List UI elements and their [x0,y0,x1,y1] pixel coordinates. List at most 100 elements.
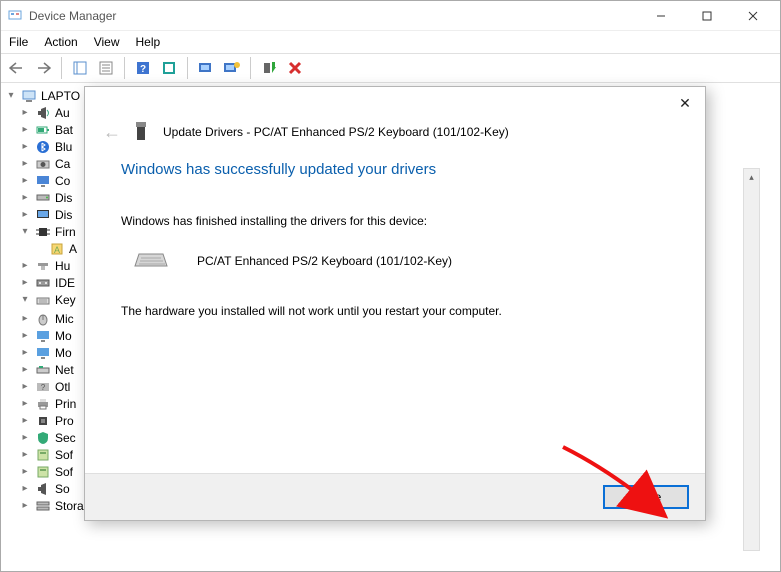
tree-item-label: Prin [55,397,76,411]
mouse-icon [35,311,51,327]
update-driver-icon[interactable] [257,56,281,80]
chevron-right-icon[interactable]: ▸ [19,175,31,186]
maximize-button[interactable] [684,1,730,31]
chevron-right-icon[interactable]: ▸ [19,364,31,375]
chevron-right-icon[interactable]: ▸ [19,192,31,203]
dialog-title: Update Drivers - PC/AT Enhanced PS/2 Key… [163,125,509,139]
dialog-close-button[interactable]: ✕ [669,91,701,115]
tree-item-label: Dis [55,208,72,222]
tree-item-label: So [55,482,70,496]
tree-item-label: Firn [55,225,76,239]
dialog-headline: Windows has successfully updated your dr… [121,161,669,178]
sound-icon [35,481,51,497]
monitor-icon [35,173,51,189]
tree-item-label: Sec [55,431,76,445]
monitor2-icon [35,328,51,344]
dialog-line2: The hardware you installed will not work… [121,304,669,318]
bluetooth-icon [35,139,51,155]
child-icon: A [49,241,65,257]
menu-bar: File Action View Help [1,31,780,53]
chevron-right-icon[interactable]: ▸ [19,398,31,409]
toolbar-separator [187,57,188,79]
tree-item-label: Key [55,293,76,307]
storage-icon [35,498,51,514]
chevron-right-icon[interactable]: ▸ [19,483,31,494]
properties-icon[interactable] [157,56,181,80]
driver-icon [133,121,151,143]
chevron-right-icon[interactable]: ▸ [19,415,31,426]
help-icon[interactable]: ? [131,56,155,80]
chevron-right-icon[interactable]: ▸ [19,381,31,392]
menu-view[interactable]: View [94,35,120,49]
chevron-right-icon[interactable]: ▸ [19,158,31,169]
close-button[interactable]: Close [603,485,689,509]
speaker-icon [35,105,51,121]
scroll-up-icon[interactable]: ▴ [744,169,759,186]
chip-icon [35,224,51,240]
device-name: PC/AT Enhanced PS/2 Keyboard (101/102-Ke… [197,254,452,268]
tree-item-label: Bat [55,123,73,137]
window-title: Device Manager [29,9,116,23]
tree-item-label: IDE [55,276,75,290]
chevron-right-icon[interactable]: ▸ [19,449,31,460]
window-controls [638,1,776,31]
chevron-right-icon[interactable]: ▸ [19,347,31,358]
chevron-right-icon[interactable]: ▸ [19,313,31,324]
menu-help[interactable]: Help [136,35,161,49]
tree-item-label: Co [55,174,70,188]
battery-icon [35,122,51,138]
svg-text:A: A [54,245,60,255]
chevron-right-icon[interactable]: ▸ [19,466,31,477]
tree-item-label: Blu [55,140,72,154]
toolbar-separator [61,57,62,79]
soft-icon [35,464,51,480]
other-icon: ? [35,379,51,395]
monitor2-icon [35,345,51,361]
chevron-right-icon[interactable]: ▸ [19,124,31,135]
net-icon [35,362,51,378]
tree-item-label: Net [55,363,74,377]
menu-action[interactable]: Action [44,35,77,49]
chevron-right-icon[interactable]: ▸ [19,277,31,288]
svg-text:?: ? [41,383,46,392]
tree-item-label: Mo [55,329,72,343]
list-icon[interactable] [94,56,118,80]
chevron-down-icon[interactable]: ▾ [19,226,31,237]
computer-icon [21,88,37,104]
chevron-right-icon[interactable]: ▸ [19,260,31,271]
toolbar-separator [250,57,251,79]
tree-item-label: Pro [55,414,74,428]
chevron-right-icon[interactable]: ▸ [19,500,31,511]
chevron-right-icon[interactable]: ▸ [19,432,31,443]
tree-item-label: Sof [55,465,73,479]
chevron-down-icon[interactable]: ▾ [5,90,17,101]
printer-icon [35,396,51,412]
chevron-down-icon[interactable]: ▾ [19,294,31,305]
close-button[interactable] [730,1,776,31]
keyboard-icon [35,292,51,308]
scan-alt-icon[interactable] [220,56,244,80]
tree-item-label: Sof [55,448,73,462]
show-panel-icon[interactable] [68,56,92,80]
app-icon [7,8,23,24]
hid-icon [35,258,51,274]
back-icon[interactable] [5,56,29,80]
chevron-right-icon[interactable]: ▸ [19,141,31,152]
tree-item-label: Au [55,106,70,120]
forward-icon[interactable] [31,56,55,80]
uninstall-icon[interactable] [283,56,307,80]
dialog-line1: Windows has finished installing the driv… [121,214,669,228]
menu-file[interactable]: File [9,35,28,49]
tree-item-label: Mo [55,346,72,360]
sec-icon [35,430,51,446]
chevron-right-icon[interactable]: ▸ [19,209,31,220]
chevron-right-icon[interactable]: ▸ [19,330,31,341]
tree-scrollbar[interactable]: ▴ [743,168,760,551]
chevron-right-icon[interactable]: ▸ [19,107,31,118]
tree-item-label: Otl [55,380,70,394]
window-titlebar: Device Manager [1,1,780,31]
scan-icon[interactable] [194,56,218,80]
device-row: PC/AT Enhanced PS/2 Keyboard (101/102-Ke… [133,252,669,270]
minimize-button[interactable] [638,1,684,31]
disk-icon [35,190,51,206]
